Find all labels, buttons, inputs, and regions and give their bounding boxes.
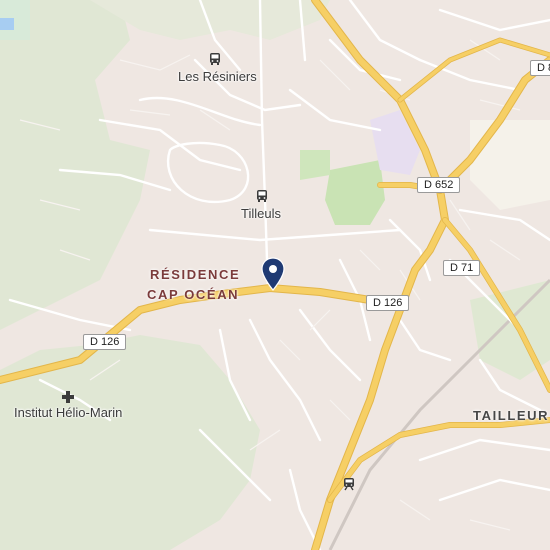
road-shield-d126-center: D 126 — [366, 295, 410, 311]
district-label-residence: RÉSIDENCE — [150, 267, 241, 282]
road-shield-d652: D 652 — [417, 177, 461, 193]
natural-area-west — [0, 0, 150, 330]
location-pin-icon[interactable] — [261, 257, 285, 296]
place-label-tilleuls[interactable]: Tilleuls — [241, 206, 281, 221]
open-field-east — [470, 120, 550, 210]
road-shield-d8: D 8 — [530, 60, 550, 76]
place-label-institut[interactable]: Institut Hélio-Marin — [14, 405, 122, 420]
district-label-cap-ocean: CAP OCÉAN — [147, 287, 240, 302]
district-label-tailleur: TAILLEUR — [473, 408, 550, 423]
place-label-les-resiniers[interactable]: Les Résiniers — [178, 69, 257, 84]
road-shield-d71: D 71 — [443, 260, 481, 276]
road-shield-d126-west: D 126 — [83, 334, 127, 350]
train-icon[interactable] — [343, 477, 355, 496]
water-body — [0, 18, 14, 30]
park-area — [325, 160, 385, 225]
park-area-small — [300, 150, 330, 180]
map-canvas[interactable]: Les Résiniers Tilleuls Institut Hélio-Ma… — [0, 0, 550, 550]
